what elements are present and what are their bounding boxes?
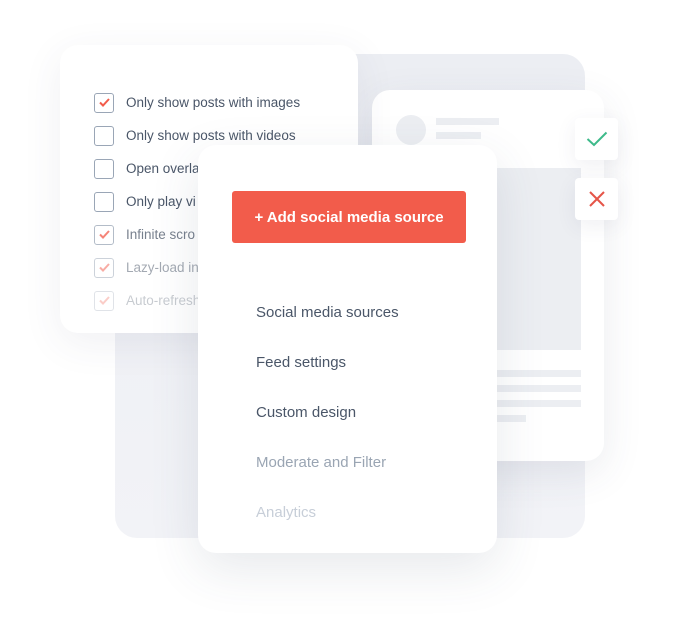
menu-item-analytics[interactable]: Analytics <box>256 493 399 543</box>
feed-option-label: Only play vi <box>126 194 196 209</box>
checkbox-checked[interactable] <box>94 290 114 311</box>
checkmark-icon <box>98 98 110 107</box>
menu-item-feed-settings[interactable]: Feed settings <box>256 343 399 393</box>
feed-option-label: Open overla <box>126 161 200 176</box>
close-icon <box>588 191 605 207</box>
meta-line-placeholder <box>436 132 481 139</box>
feed-option-label: Only show posts with videos <box>126 128 296 143</box>
check-icon <box>586 131 607 147</box>
feed-option-label: Infinite scro <box>126 227 196 242</box>
feed-option-label: Only show posts with images <box>126 95 301 110</box>
checkbox-unchecked[interactable] <box>94 125 114 146</box>
reject-button[interactable] <box>575 178 618 220</box>
checkmark-icon <box>98 263 110 272</box>
feed-option-label: Lazy-load in <box>126 260 199 275</box>
checkmark-icon <box>98 296 110 305</box>
feed-option-label: Auto-refresh <box>126 293 201 308</box>
approve-button[interactable] <box>575 118 618 160</box>
feed-option-item[interactable]: Only show posts with images <box>94 86 300 119</box>
checkbox-checked[interactable] <box>94 257 114 278</box>
checkbox-unchecked[interactable] <box>94 191 114 212</box>
checkmark-icon <box>98 230 110 239</box>
checkbox-checked[interactable] <box>94 224 114 245</box>
menu-item-moderate-and-filter[interactable]: Moderate and Filter <box>256 443 399 493</box>
checkbox-checked[interactable] <box>94 92 114 113</box>
add-social-media-source-button[interactable]: + Add social media source <box>232 191 466 243</box>
feed-menu-card: + Add social media source Social media s… <box>198 145 497 553</box>
menu-item-custom-design[interactable]: Custom design <box>256 393 399 443</box>
avatar-placeholder <box>396 115 426 145</box>
author-line-placeholder <box>436 118 499 125</box>
menu-item-social-media-sources[interactable]: Social media sources <box>256 293 399 343</box>
checkbox-unchecked[interactable] <box>94 158 114 179</box>
feed-menu: Social media sources Feed settings Custom … <box>256 293 399 543</box>
